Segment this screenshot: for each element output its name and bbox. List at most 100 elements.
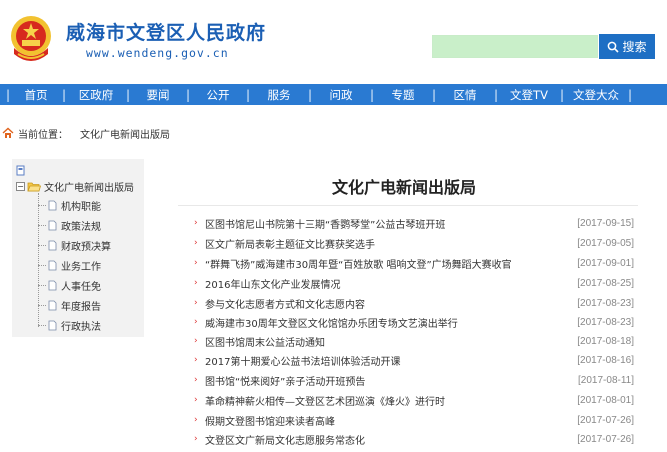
document-icon — [48, 260, 57, 270]
page: 威海市文登区人民政府 www.wendeng.gov.cn 搜索 | 首页 | … — [0, 0, 667, 452]
news-date: [2017-08-18] — [577, 335, 634, 347]
news-item[interactable]: › 参与文化志愿者方式和文化志愿内容 [2017-08-23] — [194, 293, 634, 313]
site-title: 威海市文登区人民政府 — [66, 22, 267, 44]
sidebar-item-label: 政策法规 — [61, 221, 101, 233]
bullet-icon: › — [194, 375, 198, 385]
news-title[interactable]: “群舞飞扬”威海建市30周年暨“百姓放歌 唱响文登”广场舞蹈大赛收官 — [205, 256, 577, 271]
news-title[interactable]: 文登区文广新局文化志愿服务常态化 — [205, 432, 577, 447]
nav-item-overview[interactable]: 区情 — [436, 87, 494, 103]
sidebar-item-appointments[interactable]: 人事任免 — [38, 277, 101, 293]
news-item[interactable]: › 图书馆“悦来阅好”亲子活动开班预告 [2017-08-11] — [194, 370, 634, 390]
sidebar-item-label: 业务工作 — [61, 261, 101, 273]
sidebar-tree: − 文化广电新闻出版局 机构职能 政策法规 财政预决算 业务工作 人事任免 年度… — [12, 159, 144, 337]
news-title[interactable]: 革命精神薪火相传—文登区艺术团巡演《烽火》进行时 — [205, 393, 577, 408]
site-header: 威海市文登区人民政府 www.wendeng.gov.cn 搜索 — [0, 0, 667, 84]
bullet-icon: › — [194, 258, 198, 268]
bullet-icon: › — [194, 415, 198, 425]
news-title[interactable]: 区图书馆尼山书院第十三期“香鹦琴堂”公益古琴班开班 — [205, 216, 577, 231]
nav-item-service[interactable]: 服务 — [250, 87, 308, 103]
bullet-icon: › — [194, 298, 198, 308]
news-date: [2017-08-11] — [578, 374, 634, 386]
nav-separator: | — [246, 87, 251, 102]
nav-item-inquiry[interactable]: 问政 — [312, 87, 370, 103]
document-icon — [48, 300, 57, 310]
news-item[interactable]: › 区图书馆尼山书院第十三期“香鹦琴堂”公益古琴班开班 [2017-09-15] — [194, 213, 634, 233]
sidebar-item-business[interactable]: 业务工作 — [38, 257, 101, 273]
news-date: [2017-08-25] — [577, 277, 634, 289]
sidebar-item-budget[interactable]: 财政预决算 — [38, 237, 111, 253]
news-item[interactable]: › 文登区文广新局文化志愿服务常态化 [2017-07-26] — [194, 429, 634, 449]
news-item[interactable]: › 2017第十期爱心公益书法培训体验活动开课 [2017-08-16] — [194, 350, 634, 370]
search-input[interactable] — [432, 35, 598, 58]
news-item[interactable]: › 2016年山东文化产业发展情况 [2017-08-25] — [194, 273, 634, 293]
news-item[interactable]: › 区图书馆周末公益活动通知 [2017-08-18] — [194, 331, 634, 351]
nav-separator: | — [62, 87, 67, 102]
news-title[interactable]: 区文广新局表彰主题征文比赛获奖选手 — [205, 236, 577, 251]
bullet-icon: › — [194, 336, 198, 346]
nav-separator: | — [126, 87, 131, 102]
nav-item-government[interactable]: 区政府 — [66, 87, 126, 103]
news-date: [2017-08-23] — [577, 316, 634, 328]
breadcrumb-label: 当前位置： — [18, 129, 68, 141]
breadcrumb-current[interactable]: 文化广电新闻出版局 — [80, 126, 170, 141]
news-date: [2017-07-26] — [577, 433, 634, 445]
tree-folder-root[interactable]: − 文化广电新闻出版局 — [16, 179, 134, 194]
bullet-icon: › — [194, 218, 198, 228]
news-title[interactable]: 区图书馆周末公益活动通知 — [205, 334, 577, 349]
news-date: [2017-08-16] — [577, 354, 634, 366]
sidebar-item-label: 人事任免 — [61, 281, 101, 293]
news-title[interactable]: 假期文登图书馆迎来读者高峰 — [205, 413, 577, 428]
sidebar-item-policies[interactable]: 政策法规 — [38, 217, 101, 233]
news-title[interactable]: 参与文化志愿者方式和文化志愿内容 — [205, 296, 577, 311]
document-icon — [48, 280, 57, 290]
news-date: [2017-08-01] — [577, 394, 634, 406]
nav-item-news[interactable]: 要闻 — [130, 87, 186, 103]
page-title: 文化广电新闻出版局 — [331, 178, 476, 197]
nav-item-public[interactable]: 公开 — [190, 87, 246, 103]
bullet-icon: › — [194, 317, 198, 327]
document-icon — [48, 220, 57, 230]
news-item[interactable]: › 假期文登图书馆迎来读者高峰 [2017-07-26] — [194, 410, 634, 430]
home-icon — [2, 127, 14, 138]
nav-item-home[interactable]: 首页 — [10, 87, 62, 103]
news-item[interactable]: › 革命精神薪火相传—文登区艺术团巡演《烽火》进行时 [2017-08-01] — [194, 390, 634, 410]
news-title[interactable]: 威海建市30周年文登区文化馆馆办乐团专场文艺演出举行 — [205, 315, 577, 330]
main-nav: | 首页 | 区政府 | 要闻 | 公开 | 服务 | 问政 | 专题 | 区情… — [0, 84, 667, 105]
news-date: [2017-08-23] — [577, 297, 634, 309]
nav-separator: | — [308, 87, 313, 102]
bullet-icon: › — [194, 238, 198, 248]
nav-item-wendeng-tv[interactable]: 文登TV — [498, 87, 560, 103]
national-emblem-icon — [11, 16, 51, 61]
breadcrumb: 当前位置： 文化广电新闻出版局 — [2, 125, 170, 141]
nav-separator: | — [186, 87, 191, 102]
nav-separator: | — [370, 87, 375, 102]
sidebar-item-label: 财政预决算 — [61, 241, 111, 253]
news-date: [2017-09-15] — [577, 217, 634, 229]
sidebar-item-annual-report[interactable]: 年度报告 — [38, 297, 101, 313]
news-item[interactable]: › “群舞飞扬”威海建市30周年暨“百姓放歌 唱响文登”广场舞蹈大赛收官 [2017… — [194, 253, 634, 273]
collapse-icon[interactable]: − — [16, 182, 25, 191]
document-icon — [48, 240, 57, 250]
nav-separator: | — [432, 87, 437, 102]
nav-separator: | — [6, 87, 11, 102]
nav-separator: | — [494, 87, 499, 102]
bullet-icon: › — [194, 434, 198, 444]
divider — [178, 205, 638, 206]
sidebar-item-enforcement[interactable]: 行政执法 — [38, 317, 101, 333]
nav-item-wendeng-public[interactable]: 文登大众 — [564, 87, 628, 103]
nav-separator: | — [628, 87, 633, 102]
news-title[interactable]: 图书馆“悦来阅好”亲子活动开班预告 — [205, 373, 578, 388]
news-title[interactable]: 2017第十期爱心公益书法培训体验活动开课 — [205, 353, 577, 368]
search-button[interactable]: 搜索 — [599, 34, 655, 59]
sidebar-item-label: 机构职能 — [61, 201, 101, 213]
news-item[interactable]: › 威海建市30周年文登区文化馆馆办乐团专场文艺演出举行 [2017-08-23] — [194, 312, 634, 332]
document-icon — [48, 320, 57, 330]
news-item[interactable]: › 区文广新局表彰主题征文比赛获奖选手 [2017-09-05] — [194, 233, 634, 253]
tree-folder-label: 文化广电新闻出版局 — [44, 183, 134, 194]
sidebar-item-functions[interactable]: 机构职能 — [38, 197, 101, 213]
news-date: [2017-09-01] — [577, 257, 634, 269]
nav-item-topics[interactable]: 专题 — [374, 87, 432, 103]
news-title[interactable]: 2016年山东文化产业发展情况 — [205, 276, 577, 291]
bullet-icon: › — [194, 278, 198, 288]
folder-open-icon — [27, 182, 41, 192]
